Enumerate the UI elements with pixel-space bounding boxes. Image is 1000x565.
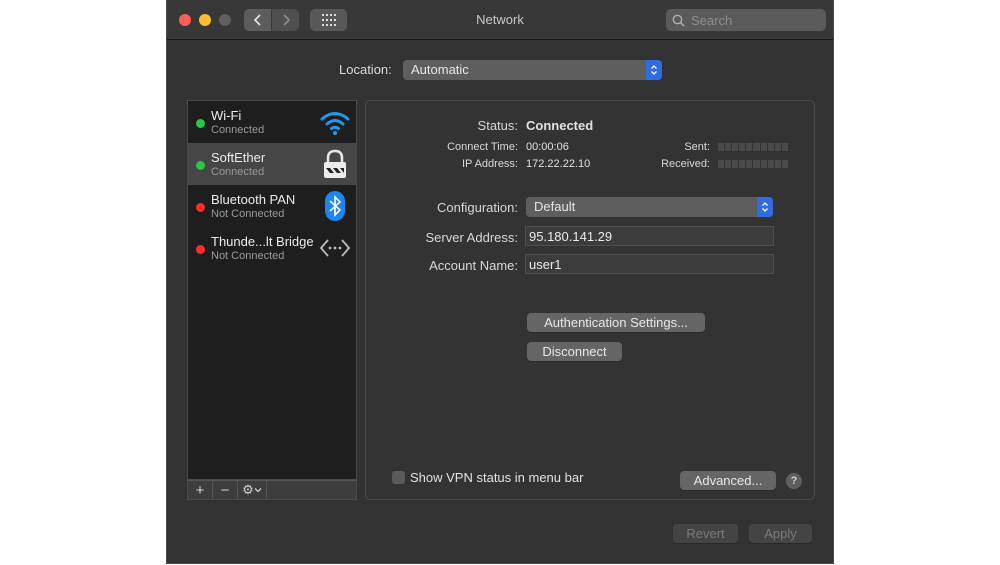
service-status: Connected	[211, 166, 265, 178]
service-status: Connected	[211, 124, 265, 136]
service-name: Wi-Fi	[211, 108, 242, 123]
connect-time-label: Connect Time:	[447, 141, 518, 153]
service-list-controls: + − ⚙	[187, 480, 357, 500]
ip-address-value: 172.22.22.10	[526, 158, 591, 170]
help-button[interactable]: ?	[786, 473, 802, 489]
service-status: Not Connected	[211, 250, 285, 262]
status-value: Connected	[526, 118, 594, 133]
lock-icon	[324, 149, 346, 178]
received-label: Received:	[661, 158, 710, 170]
status-label: Status:	[477, 118, 518, 133]
network-window: Network Location: Automatic Wi-Fi Connec…	[166, 0, 834, 564]
advanced-button[interactable]: Advanced...	[680, 471, 776, 490]
bluetooth-icon	[325, 191, 345, 221]
account-name-input[interactable]	[525, 254, 774, 274]
status-dot	[196, 161, 205, 170]
title-bar: Network	[167, 0, 833, 40]
configuration-popup[interactable]: Default	[526, 197, 773, 217]
action-menu-button[interactable]: ⚙	[238, 481, 267, 499]
search-input[interactable]	[689, 11, 823, 29]
location-value: Automatic	[411, 62, 469, 77]
disconnect-button[interactable]: Disconnect	[527, 342, 622, 361]
sent-label: Sent:	[684, 141, 710, 153]
ip-address-label: IP Address:	[461, 158, 518, 170]
service-detail-panel: Status: Connected Connect Time: 00:00:06…	[365, 100, 815, 500]
search-field[interactable]	[666, 9, 826, 31]
revert-button[interactable]: Revert	[673, 524, 738, 543]
status-dot	[196, 245, 205, 254]
service-name: Thunde...lt Bridge	[211, 234, 314, 249]
configuration-value: Default	[534, 199, 576, 214]
account-name-label: Account Name:	[429, 258, 518, 273]
received-meter	[718, 160, 788, 168]
status-dot	[196, 203, 205, 212]
show-vpn-status-label: Show VPN status in menu bar	[410, 470, 584, 485]
service-status: Not Connected	[211, 208, 285, 220]
server-address-label: Server Address:	[425, 230, 519, 245]
configuration-label: Configuration:	[437, 200, 518, 215]
search-icon	[672, 14, 685, 27]
location-label: Location:	[339, 62, 392, 77]
server-address-input[interactable]	[525, 226, 774, 246]
status-dot	[196, 119, 205, 128]
popup-stepper-icon	[757, 197, 773, 217]
bridge-icon	[319, 239, 351, 257]
chevron-down-icon	[254, 488, 262, 493]
service-item-bluetooth-pan[interactable]: Bluetooth PAN Not Connected	[188, 185, 356, 227]
service-list[interactable]: Wi-Fi Connected SoftEther Connected Blue…	[187, 100, 357, 480]
service-item-wifi[interactable]: Wi-Fi Connected	[188, 101, 356, 143]
service-item-thunderbolt-bridge[interactable]: Thunde...lt Bridge Not Connected	[188, 227, 356, 269]
location-popup[interactable]: Automatic	[403, 60, 662, 80]
wifi-icon	[320, 112, 350, 135]
add-service-button[interactable]: +	[188, 481, 213, 499]
remove-service-button[interactable]: −	[213, 481, 238, 499]
sent-meter	[718, 143, 788, 151]
apply-button[interactable]: Apply	[749, 524, 812, 543]
service-name: Bluetooth PAN	[211, 192, 296, 207]
service-item-softether[interactable]: SoftEther Connected	[188, 143, 356, 185]
connect-time-value: 00:00:06	[526, 141, 569, 153]
show-vpn-status-checkbox[interactable]	[392, 471, 405, 484]
popup-stepper-icon	[646, 60, 662, 80]
authentication-settings-button[interactable]: Authentication Settings...	[527, 313, 705, 332]
service-name: SoftEther	[211, 150, 266, 165]
gear-icon: ⚙	[242, 482, 254, 497]
